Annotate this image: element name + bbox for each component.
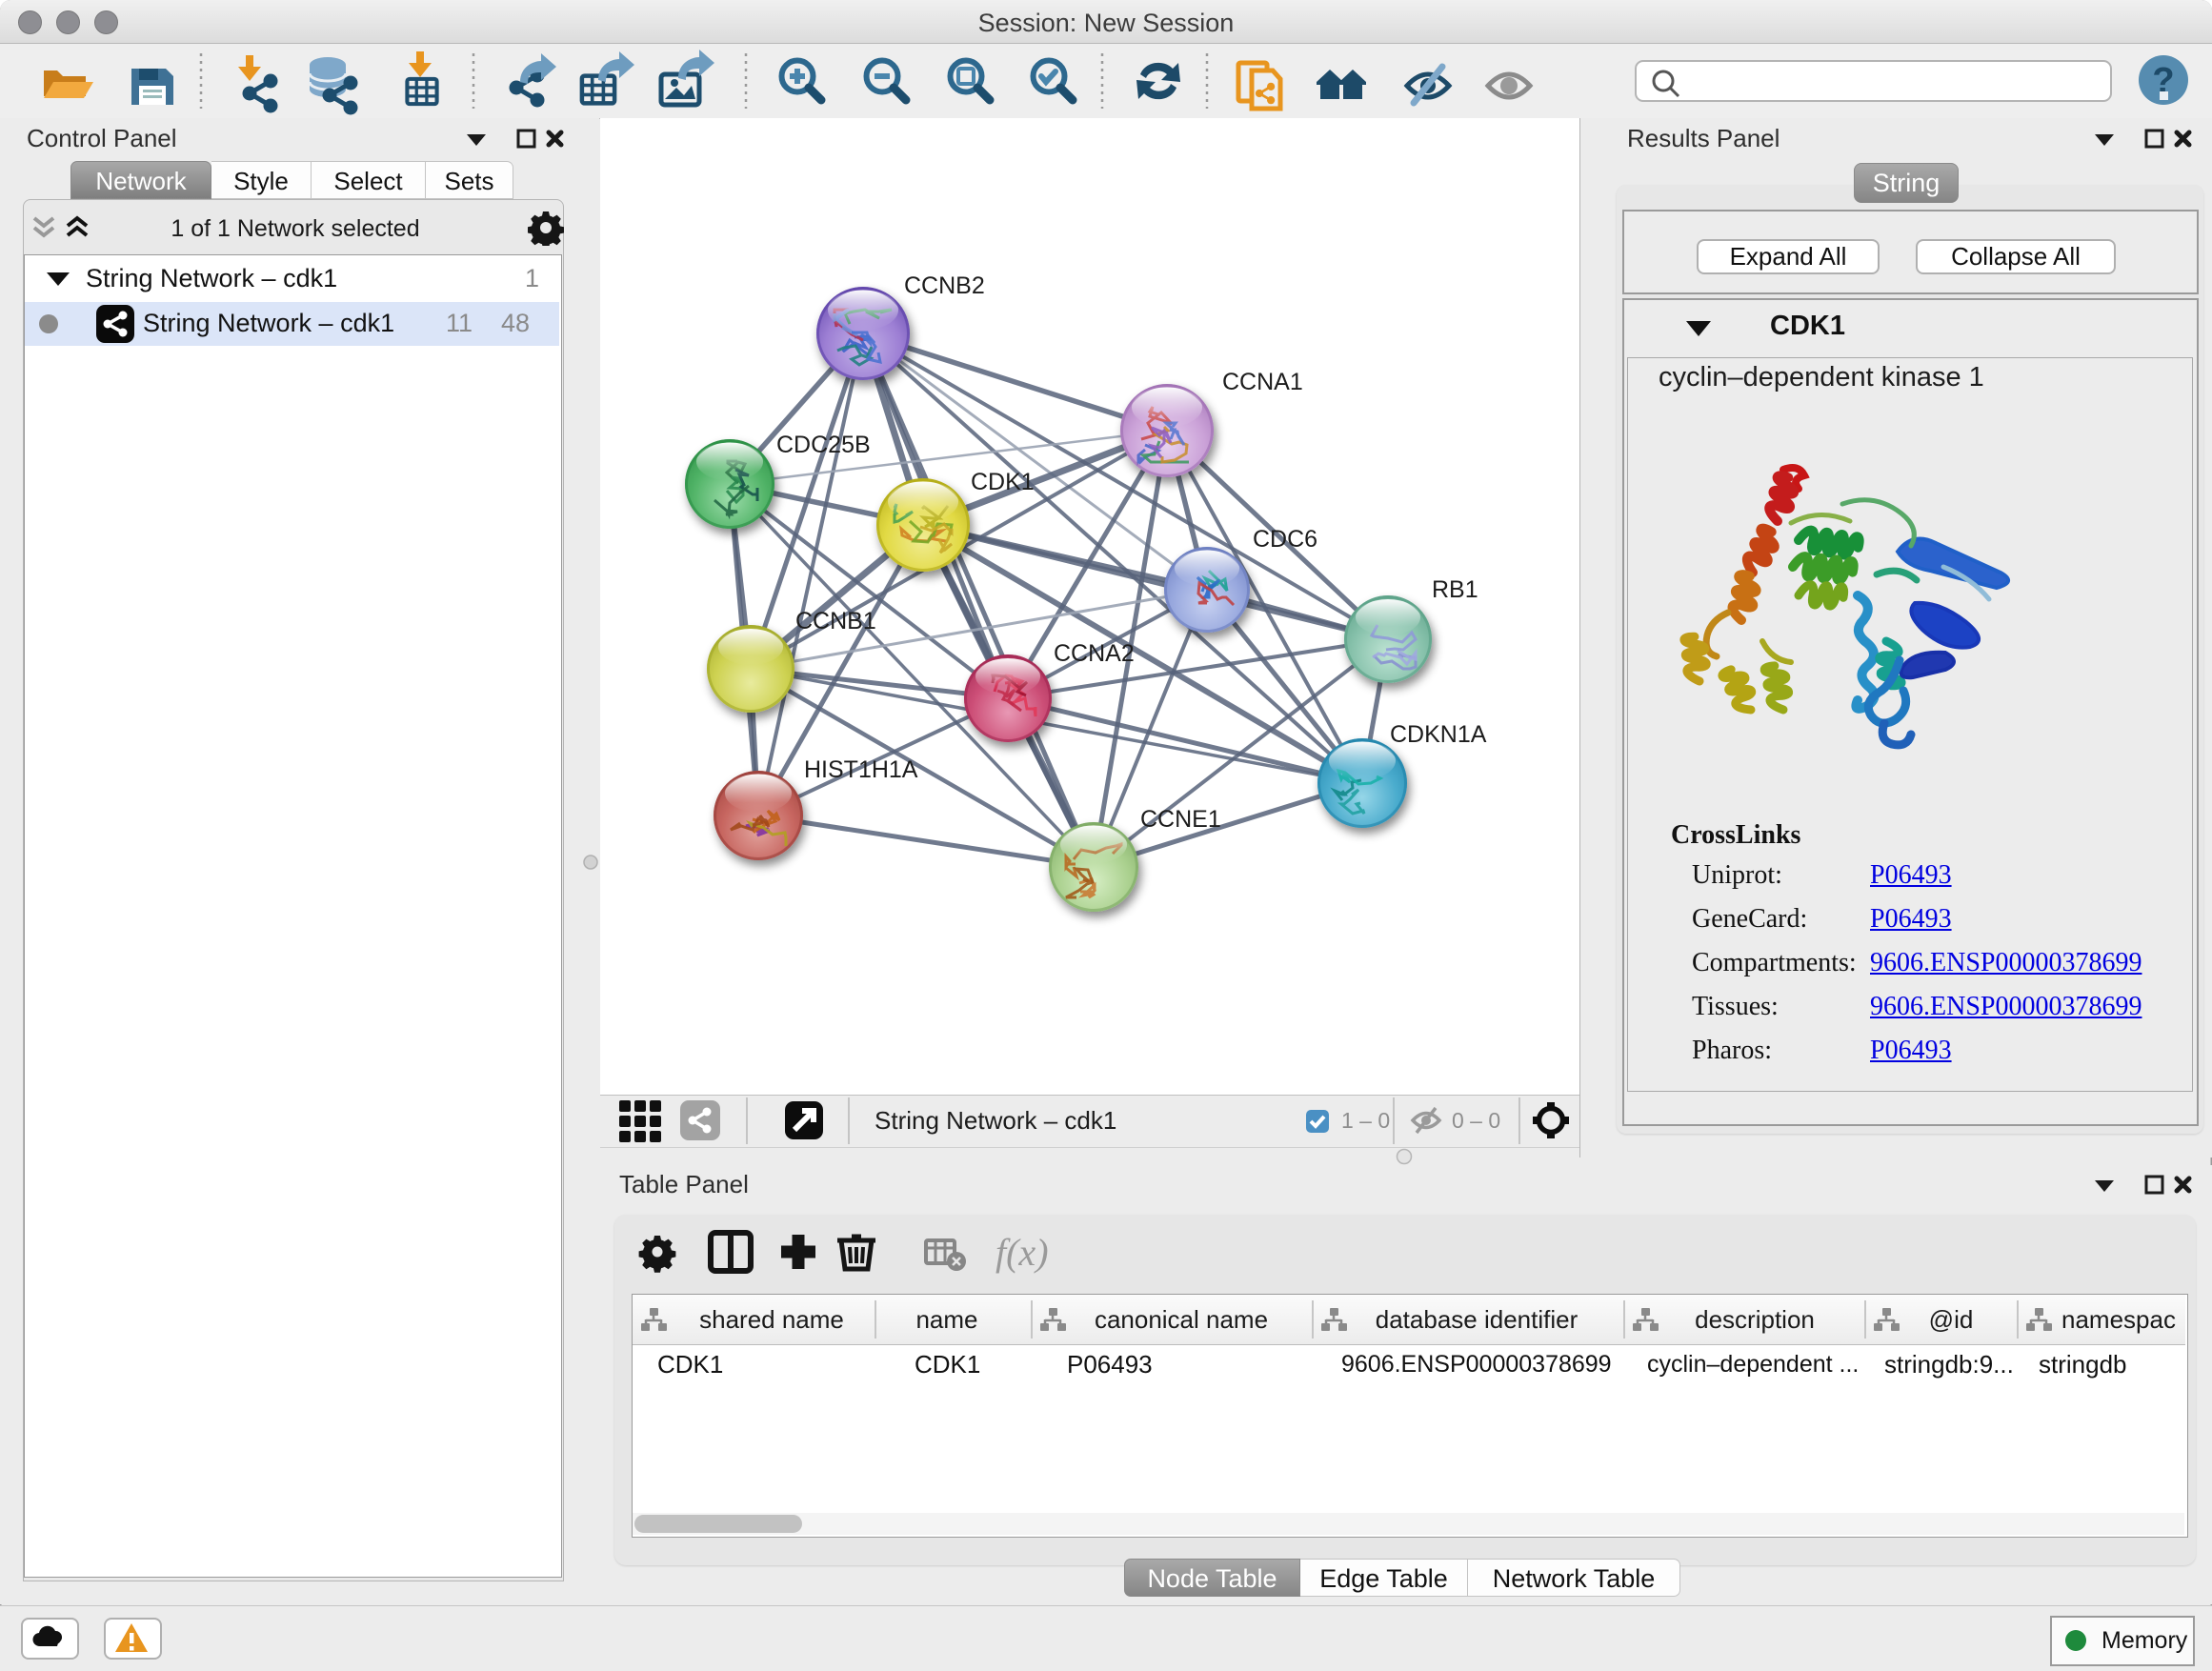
svg-text:database identifier: database identifier: [1376, 1305, 1579, 1334]
svg-text:CCNA1: CCNA1: [1222, 369, 1303, 395]
svg-text:canonical name: canonical name: [1095, 1305, 1268, 1334]
svg-text:name: name: [915, 1305, 977, 1334]
svg-text:CCNA2: CCNA2: [1054, 640, 1135, 667]
svg-text:CCNE1: CCNE1: [1140, 806, 1221, 833]
svg-text:CCNB1: CCNB1: [795, 608, 876, 634]
svg-text:0 – 0: 0 – 0: [1452, 1108, 1500, 1133]
svg-text:CDKN1A: CDKN1A: [1390, 721, 1487, 748]
svg-text:@id: @id: [1929, 1305, 1974, 1334]
svg-text:CDC25B: CDC25B: [776, 432, 871, 458]
svg-text:CDC6: CDC6: [1253, 526, 1317, 553]
svg-text:RB1: RB1: [1432, 576, 1478, 603]
svg-text:f(x): f(x): [995, 1231, 1049, 1274]
svg-text:description: description: [1695, 1305, 1815, 1334]
svg-text:CDK1: CDK1: [971, 469, 1035, 495]
svg-text:String Network – cdk1: String Network – cdk1: [875, 1106, 1116, 1135]
svg-text:CCNB2: CCNB2: [904, 272, 985, 299]
svg-text:1 – 0: 1 – 0: [1341, 1108, 1390, 1133]
svg-text:shared name: shared name: [699, 1305, 844, 1334]
svg-text:namespac: namespac: [2061, 1305, 2176, 1334]
svg-text:HIST1H1A: HIST1H1A: [804, 756, 918, 783]
